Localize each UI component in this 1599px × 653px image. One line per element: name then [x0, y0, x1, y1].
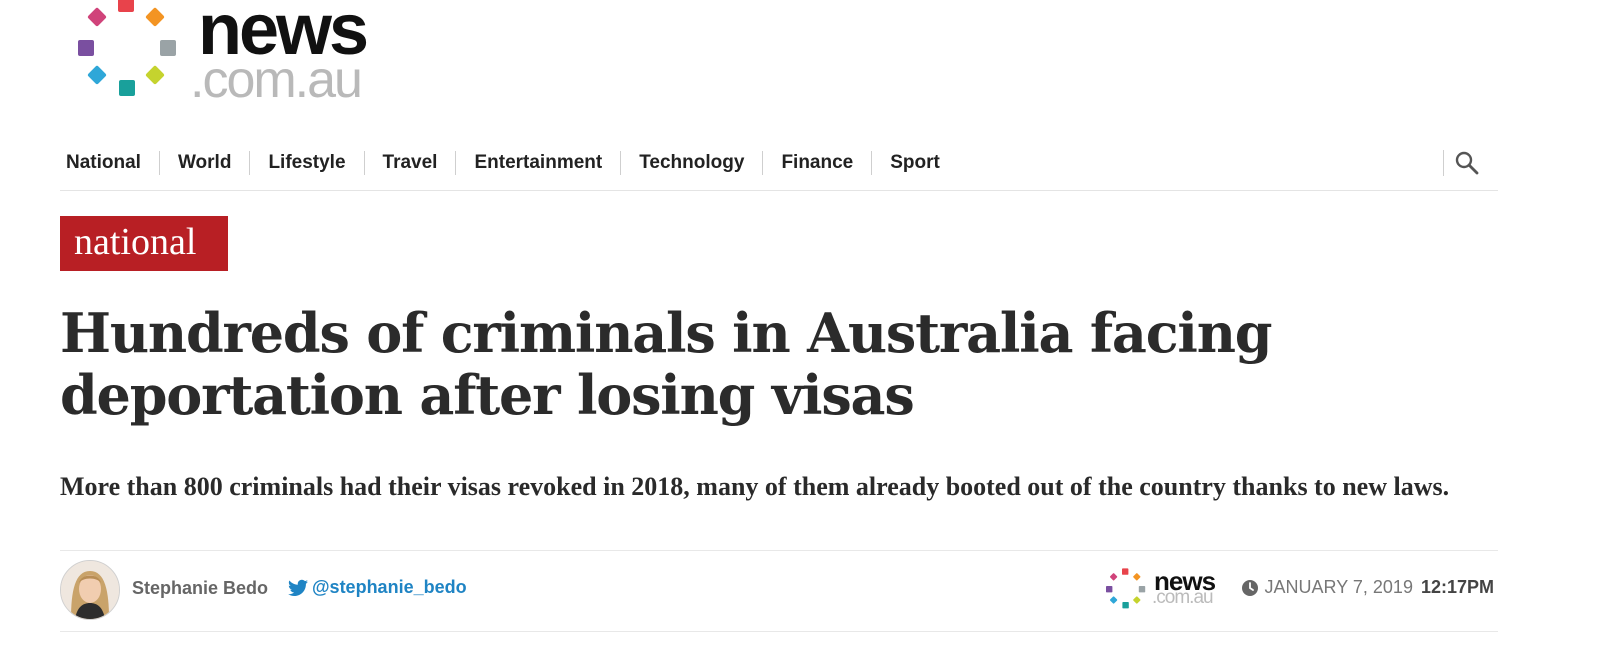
clock-icon [1241, 579, 1258, 596]
site-logo[interactable]: news .com.au [78, 0, 398, 109]
logo-dots-icon [78, 0, 176, 96]
logo-dot [145, 7, 165, 27]
nav-item-national[interactable]: National [60, 151, 159, 175]
byline-logo-domain: .com.au [1152, 587, 1214, 608]
nav-item-entertainment[interactable]: Entertainment [455, 151, 620, 175]
logo-domain: .com.au [190, 51, 363, 109]
main-nav: National World Lifestyle Travel Entertai… [60, 148, 1498, 178]
article-standfirst: More than 800 criminals had their visas … [60, 472, 1450, 501]
logo-dots-icon [1106, 568, 1146, 609]
publish-date: JANUARY 7, 2019 [1264, 577, 1413, 597]
logo-dot [87, 7, 107, 27]
section-tag[interactable]: national [60, 216, 228, 271]
logo-dot [118, 0, 134, 12]
article-headline: Hundreds of criminals in Australia facin… [60, 301, 1273, 427]
search-icon [1455, 151, 1479, 175]
nav-list: National World Lifestyle Travel Entertai… [60, 148, 1498, 178]
nav-divider [60, 190, 1498, 191]
publish-dateline: JANUARY 7, 2019 12:17PM [1241, 577, 1494, 598]
nav-item-world[interactable]: World [158, 151, 249, 175]
twitter-icon [288, 579, 308, 596]
logo-dot [87, 65, 107, 85]
logo-dot [78, 40, 94, 56]
logo-dot [160, 40, 176, 56]
nav-item-travel[interactable]: Travel [363, 151, 456, 175]
twitter-handle: @stephanie_bedo [312, 577, 467, 597]
author-photo [61, 561, 119, 619]
author-name[interactable]: Stephanie Bedo [132, 578, 268, 599]
byline: Stephanie Bedo @stephanie_bedo news .com… [60, 560, 1498, 620]
author-avatar[interactable] [60, 560, 120, 620]
byline-divider-top [60, 550, 1498, 551]
publish-time: 12:17PM [1420, 577, 1494, 597]
logo-dot [119, 80, 135, 96]
nav-item-sport[interactable]: Sport [871, 151, 958, 175]
nav-item-lifestyle[interactable]: Lifestyle [249, 151, 363, 175]
byline-divider-bottom [60, 631, 1498, 632]
nav-item-technology[interactable]: Technology [620, 151, 762, 175]
nav-item-finance[interactable]: Finance [762, 151, 871, 175]
twitter-link[interactable]: @stephanie_bedo [288, 577, 467, 598]
search-button[interactable] [1443, 150, 1480, 176]
logo-dot [145, 65, 165, 85]
byline-logo: news .com.au [1106, 568, 1232, 612]
